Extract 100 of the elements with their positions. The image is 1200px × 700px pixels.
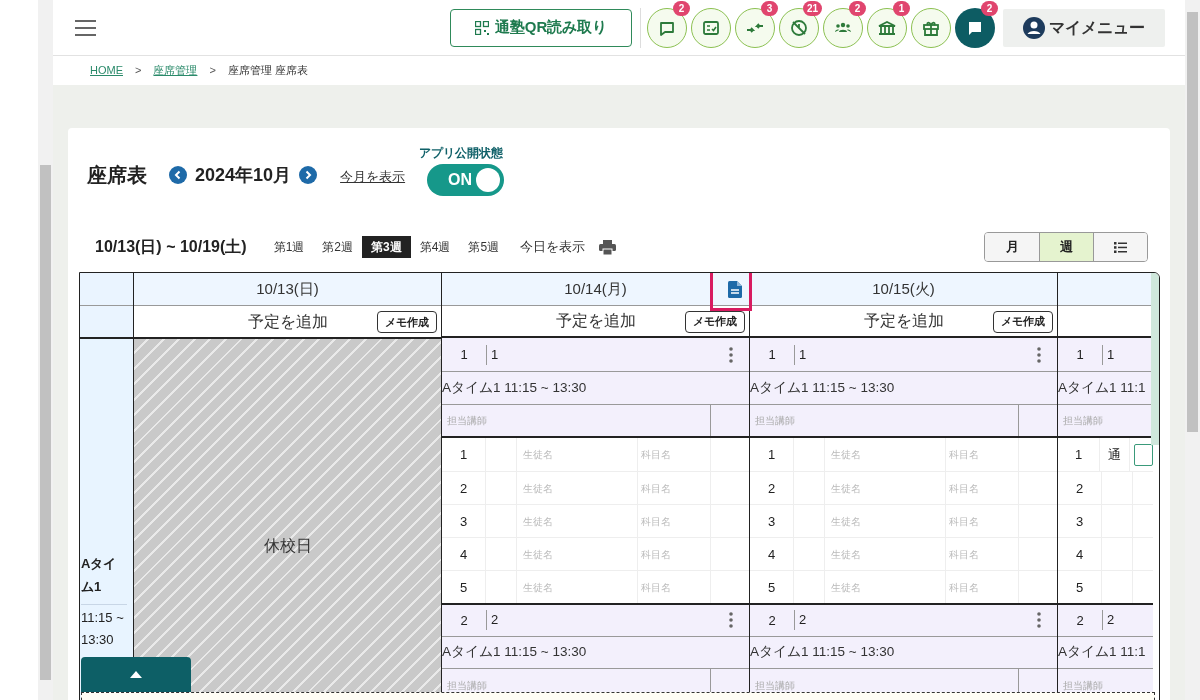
- more-options-icon[interactable]: [729, 346, 733, 363]
- student-field[interactable]: 生徒名: [825, 472, 946, 505]
- row-number: 3: [442, 505, 486, 538]
- slot-name: 1: [1102, 344, 1132, 365]
- slot-time-label: Aタイム1 11:15 ~ 13:30: [442, 378, 587, 397]
- row-number: 2: [1058, 472, 1102, 505]
- breadcrumb-link[interactable]: HOME: [90, 62, 123, 79]
- slot-time-label: Aタイム1 11:15 ~ 13:30: [442, 643, 587, 662]
- scrollbar-thumb[interactable]: [40, 165, 51, 680]
- student-field[interactable]: 生徒名: [825, 505, 946, 538]
- notification-badge: 21: [802, 0, 822, 16]
- subject-field[interactable]: 科目名: [946, 538, 1019, 571]
- memo-create-button[interactable]: メモ作成: [377, 311, 437, 333]
- row-number: 4: [1058, 538, 1102, 571]
- icon-button[interactable]: [691, 7, 731, 48]
- memo-create-button[interactable]: メモ作成: [993, 310, 1053, 333]
- subject-field[interactable]: 科目名: [638, 538, 711, 571]
- view-tab[interactable]: 月: [985, 233, 1039, 261]
- icon-button[interactable]: [911, 7, 951, 48]
- slot-number: 1: [459, 345, 469, 364]
- subject-field[interactable]: 科目名: [638, 472, 711, 505]
- week-tab[interactable]: 第5週: [459, 236, 509, 258]
- user-icon: [1023, 16, 1045, 39]
- slot-time-label: Aタイム1 11:1: [1058, 378, 1146, 397]
- view-tab[interactable]: 週: [1039, 233, 1093, 261]
- week-tab[interactable]: 第3週: [362, 236, 411, 258]
- notification-badge: 3: [761, 0, 778, 16]
- slot-number: 2: [1075, 611, 1085, 630]
- attendance-mark: 通: [1107, 445, 1121, 464]
- add-schedule-link[interactable]: 予定を追加: [247, 309, 328, 334]
- more-options-icon[interactable]: [1037, 612, 1041, 629]
- triangle-up-icon: [130, 671, 142, 678]
- subject-field[interactable]: 科目名: [946, 505, 1019, 538]
- row-number: 2: [750, 472, 794, 505]
- row-number: 2: [442, 472, 486, 505]
- this-month-link[interactable]: 今月を表示: [340, 167, 406, 187]
- row-number: 4: [442, 538, 486, 571]
- slot-number: 1: [767, 345, 777, 364]
- row-number: 1: [750, 438, 794, 472]
- student-field[interactable]: 生徒名: [825, 438, 946, 472]
- slot-name: 2: [794, 610, 824, 631]
- notification-badge: 2: [981, 0, 998, 16]
- qr-scan-button[interactable]: 通塾QR読み取り: [450, 8, 632, 47]
- closed-day-label: 休校日: [263, 536, 312, 556]
- subject-field[interactable]: 科目名: [946, 472, 1019, 505]
- page-title: 座席表: [87, 163, 147, 188]
- student-field[interactable]: 生徒名: [517, 438, 638, 472]
- student-field[interactable]: 生徒名: [825, 538, 946, 571]
- breadcrumb-separator: >: [135, 63, 142, 79]
- week-tab[interactable]: 第2週: [313, 236, 362, 258]
- student-field[interactable]: 生徒名: [517, 538, 638, 571]
- document-icon[interactable]: [728, 281, 742, 298]
- next-month-button[interactable]: [299, 166, 318, 184]
- student-field[interactable]: 生徒名: [517, 505, 638, 538]
- slot-number: 1: [1075, 345, 1085, 364]
- week-tab[interactable]: 第1週: [264, 236, 314, 258]
- day-date: 10/15(火): [872, 278, 935, 299]
- week-range: 10/13(日) ~ 10/19(土): [95, 237, 247, 257]
- notification-badge: 2: [673, 0, 690, 16]
- breadcrumb-separator: >: [209, 63, 216, 79]
- memo-create-button[interactable]: メモ作成: [685, 310, 745, 333]
- subject-field[interactable]: 科目名: [946, 438, 1019, 472]
- row-number: 1: [442, 438, 486, 472]
- teacher-field[interactable]: 担当講師: [1058, 669, 1153, 700]
- breadcrumb-link[interactable]: 座席管理: [153, 62, 198, 79]
- my-menu-button[interactable]: マイメニュー: [1003, 8, 1165, 47]
- today-link[interactable]: 今日を表示: [520, 237, 586, 257]
- subject-field[interactable]: 科目名: [638, 505, 711, 538]
- breadcrumb-current: 座席管理 座席表: [227, 63, 308, 79]
- row-number: 1: [1058, 438, 1101, 472]
- print-icon[interactable]: [599, 239, 617, 255]
- time-slot-name: Aタイム1: [81, 552, 127, 605]
- slot-name: 1: [794, 344, 824, 365]
- add-schedule-link[interactable]: 予定を追加: [555, 308, 636, 333]
- app-status-toggle[interactable]: ON: [427, 164, 505, 196]
- list-view-button[interactable]: [1093, 233, 1147, 261]
- list-icon: [1114, 241, 1127, 253]
- week-tab[interactable]: 第4週: [410, 236, 460, 258]
- slot-name: 2: [1102, 610, 1132, 631]
- subject-field[interactable]: 科目名: [638, 438, 711, 472]
- slot-name: 2: [486, 610, 516, 631]
- row-number: 4: [750, 538, 794, 571]
- add-schedule-link[interactable]: 予定を追加: [863, 308, 944, 333]
- time-slot-time: 11:15 ~ 13:30: [81, 609, 125, 649]
- more-options-icon[interactable]: [1037, 346, 1041, 363]
- notification-badge: 1: [893, 0, 910, 16]
- row-number: 3: [1058, 505, 1102, 538]
- app-status-label: アプリ公開状態: [419, 145, 504, 162]
- scrollbar-thumb[interactable]: [1187, 12, 1198, 432]
- more-options-icon[interactable]: [729, 612, 733, 629]
- previous-month-button[interactable]: [169, 166, 187, 184]
- month-label: 2024年10月: [195, 163, 292, 187]
- menu-icon[interactable]: [75, 19, 96, 36]
- slot-time-label: Aタイム1 11:15 ~ 13:30: [750, 643, 895, 662]
- scrollbar-thumb[interactable]: [1151, 273, 1159, 445]
- teacher-field[interactable]: 担当講師: [1058, 404, 1153, 437]
- student-field[interactable]: 生徒名: [517, 472, 638, 505]
- slot-number: 2: [459, 611, 469, 630]
- day-date: 10/13(日): [256, 278, 319, 299]
- qr-code-icon: [474, 20, 489, 35]
